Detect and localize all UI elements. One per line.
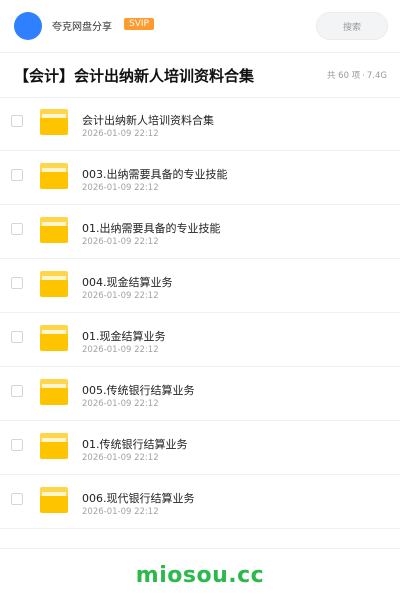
title-bar: 【会计】会计出纳新人培训资料合集 共 60 项 · 7.4G [0,52,400,98]
checkbox[interactable] [11,385,23,397]
folder-icon [40,217,68,243]
file-date: 2026-01-09 22:12 [82,507,159,517]
folder-icon [40,379,68,405]
search-button[interactable]: 搜索 [316,12,388,40]
search-label: 搜索 [342,22,361,33]
username: 夸克网盘分享 [52,22,112,33]
page-title: 【会计】会计出纳新人培训资料合集 [14,67,255,85]
list-item[interactable]: 会计出纳新人培训资料合集 2026-01-09 22:12 [0,97,400,151]
file-date: 2026-01-09 22:12 [82,453,159,463]
file-name: 会计出纳新人培训资料合集 [82,114,214,127]
total-size: 7.4G [366,71,387,81]
footer: miosou.cc [0,548,400,600]
list-item[interactable]: 01.现金结算业务 2026-01-09 22:12 [0,313,400,367]
file-name: 01.出纳需要具备的专业技能 [82,222,221,235]
file-name: 005.传统银行结算业务 [82,384,195,397]
top-bar: 夸克网盘分享 SVIP 搜索 [0,0,400,53]
checkbox[interactable] [11,493,23,505]
folder-icon [40,487,68,513]
checkbox[interactable] [11,223,23,235]
svip-badge: SVIP [124,18,154,30]
avatar[interactable] [14,12,42,40]
meta-separator: · [362,71,365,81]
file-name: 01.传统银行结算业务 [82,438,188,451]
checkbox[interactable] [11,169,23,181]
list-item[interactable]: 004.现金结算业务 2026-01-09 22:12 [0,259,400,313]
folder-icon [40,109,68,135]
share-meta: 共 60 项 · 7.4G [327,69,387,81]
file-date: 2026-01-09 22:12 [82,129,159,139]
file-list: 会计出纳新人培训资料合集 2026-01-09 22:12 003.出纳需要具备… [0,97,400,529]
folder-icon [40,163,68,189]
file-date: 2026-01-09 22:12 [82,183,159,193]
list-item[interactable]: 005.传统银行结算业务 2026-01-09 22:12 [0,367,400,421]
folder-icon [40,325,68,351]
checkbox[interactable] [11,439,23,451]
file-date: 2026-01-09 22:12 [82,399,159,409]
file-name: 006.现代银行结算业务 [82,492,195,505]
folder-icon [40,433,68,459]
file-date: 2026-01-09 22:12 [82,291,159,301]
file-name: 003.出纳需要具备的专业技能 [82,168,228,181]
list-item[interactable]: 01.出纳需要具备的专业技能 2026-01-09 22:12 [0,205,400,259]
list-item[interactable]: 003.出纳需要具备的专业技能 2026-01-09 22:12 [0,151,400,205]
file-name: 01.现金结算业务 [82,330,166,343]
file-name: 004.现金结算业务 [82,276,173,289]
checkbox[interactable] [11,331,23,343]
site-watermark: miosou.cc [135,563,265,588]
item-count: 共 60 项 [326,71,361,81]
checkbox[interactable] [11,115,23,127]
file-date: 2026-01-09 22:12 [82,237,159,247]
folder-icon [40,271,68,297]
list-item[interactable]: 006.现代银行结算业务 2026-01-09 22:12 [0,475,400,529]
checkbox[interactable] [11,277,23,289]
file-date: 2026-01-09 22:12 [82,345,159,355]
share-page: 夸克网盘分享 SVIP 搜索 【会计】会计出纳新人培训资料合集 共 60 项 · 7… [0,0,400,600]
list-item[interactable]: 01.传统银行结算业务 2026-01-09 22:12 [0,421,400,475]
